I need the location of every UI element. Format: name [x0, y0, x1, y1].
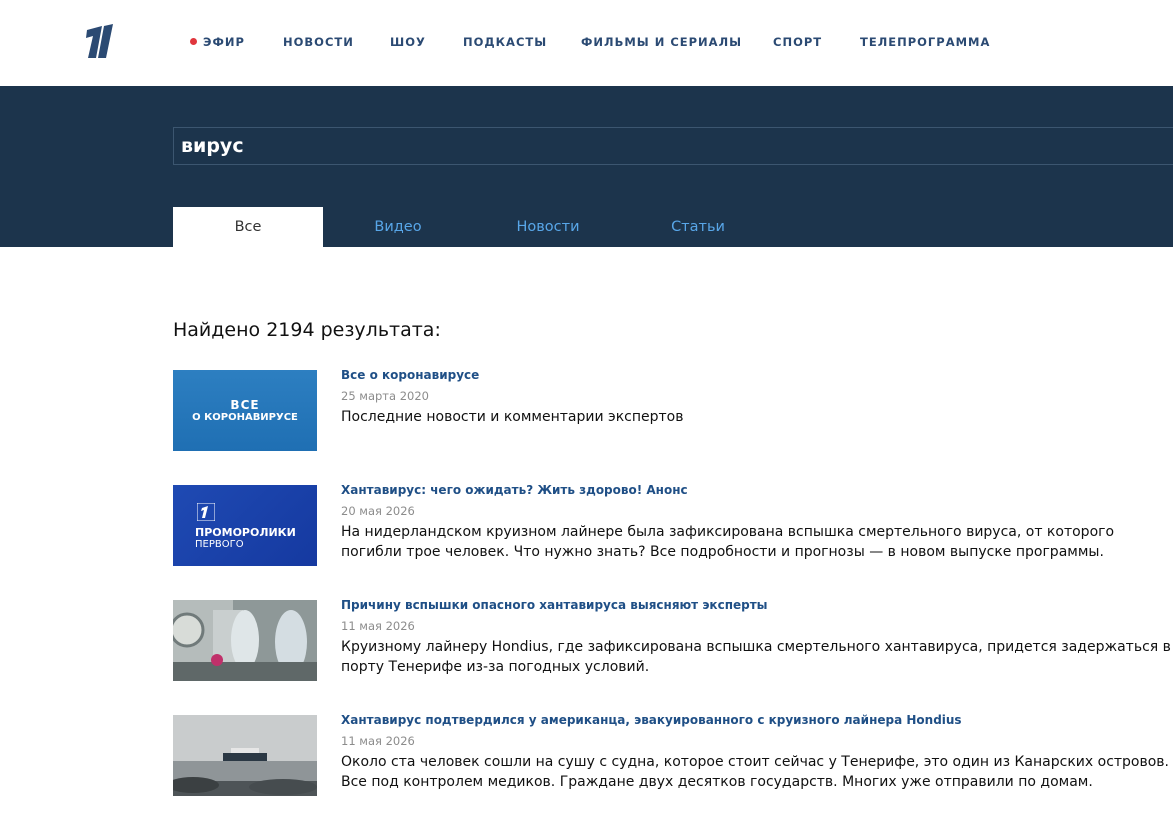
tab-video[interactable]: Видео: [323, 207, 473, 247]
tab-all[interactable]: Все: [173, 207, 323, 247]
channel-one-logo[interactable]: [84, 22, 118, 62]
result-date: 11 мая 2026: [341, 619, 415, 633]
search-input[interactable]: [173, 127, 1173, 165]
nav-item-label: ЭФИР: [203, 35, 245, 49]
result-thumbnail[interactable]: ПРОМОРОЛИКИ ПЕРВОГО: [173, 485, 317, 566]
result-thumbnail[interactable]: [173, 600, 317, 681]
nav-item-podcasts[interactable]: ПОДКАСТЫ: [463, 35, 547, 49]
nav-item-shows[interactable]: ШОУ: [390, 35, 426, 49]
result-description: Последние новости и комментарии эксперто…: [341, 409, 684, 425]
result-description: Около ста человек сошли на сушу с судна,…: [341, 754, 1170, 790]
top-navigation: ЭФИР НОВОСТИ ШОУ ПОДКАСТЫ ФИЛЬМЫ И СЕРИА…: [0, 0, 1173, 86]
channel-one-icon: [197, 503, 215, 521]
result-title-link[interactable]: Хантавирус подтвердился у американца, эв…: [341, 713, 962, 727]
result-description: Круизному лайнеру Hondius, где зафиксиро…: [341, 639, 1171, 675]
tab-articles[interactable]: Статьи: [623, 207, 773, 247]
result-title-link[interactable]: Хантавирус: чего ожидать? Жить здорово! …: [341, 483, 688, 497]
thumbnail-text: О КОРОНАВИРУСЕ: [192, 412, 298, 423]
search-result: Хантавирус подтвердился у американца, эв…: [173, 713, 1173, 797]
search-result: Причину вспышки опасного хантавируса выя…: [173, 598, 1173, 682]
tab-news[interactable]: Новости: [473, 207, 623, 247]
nav-item-live[interactable]: ЭФИР: [190, 35, 245, 49]
result-date: 11 мая 2026: [341, 734, 415, 748]
result-date: 20 мая 2026: [341, 504, 415, 518]
thumbnail-text: ПЕРВОГО: [195, 539, 244, 550]
thumbnail-text: ВСЕ: [230, 398, 260, 412]
nav-item-tvguide[interactable]: ТЕЛЕПРОГРАММА: [860, 35, 990, 49]
search-result: ВСЕ О КОРОНАВИРУСЕ Все о коронавирусе 25…: [173, 368, 1173, 452]
nav-item-sport[interactable]: СПОРТ: [773, 35, 822, 49]
result-description: На нидерландском круизном лайнере была з…: [341, 524, 1115, 560]
result-date: 25 марта 2020: [341, 389, 429, 403]
result-thumbnail[interactable]: [173, 715, 317, 796]
thumbnail-text: ПРОМОРОЛИКИ: [195, 526, 296, 539]
search-result: ПРОМОРОЛИКИ ПЕРВОГО Хантавирус: чего ожи…: [173, 483, 1173, 567]
laboratory-photo: [173, 600, 317, 681]
result-title-link[interactable]: Причину вспышки опасного хантавируса выя…: [341, 598, 768, 612]
cruise-ship-photo: [173, 715, 317, 796]
result-thumbnail[interactable]: ВСЕ О КОРОНАВИРУСЕ: [173, 370, 317, 451]
live-dot-icon: [190, 38, 197, 45]
result-title-link[interactable]: Все о коронавирусе: [341, 368, 479, 382]
search-panel: Все Видео Новости Статьи: [0, 86, 1173, 247]
nav-item-news[interactable]: НОВОСТИ: [283, 35, 354, 49]
nav-item-films[interactable]: ФИЛЬМЫ И СЕРИАЛЫ: [581, 35, 742, 49]
results-count: Найдено 2194 результата:: [173, 319, 441, 341]
